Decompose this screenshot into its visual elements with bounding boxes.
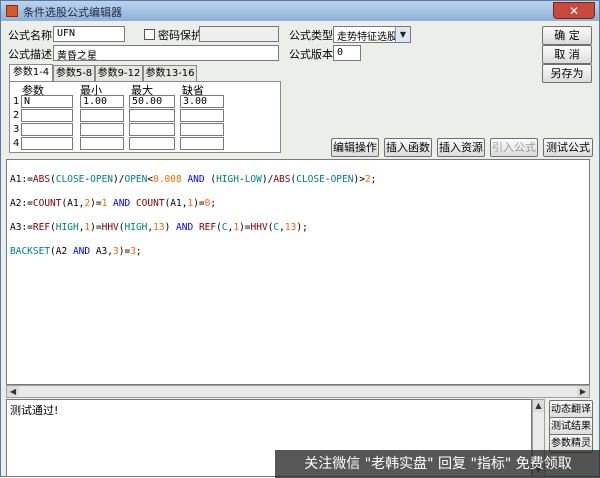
formula-name-input[interactable]: UFN: [53, 26, 125, 42]
insert-function-button[interactable]: 插入函数: [384, 138, 432, 157]
param-name-cell[interactable]: [21, 137, 73, 150]
row-number: 1: [13, 96, 19, 107]
app-icon: [6, 5, 18, 17]
param-max-cell[interactable]: 50.00: [129, 95, 175, 108]
param-table: 参数 最小 最大 缺省 1 N 1.00 50.00 3.00 2 3 4: [9, 81, 281, 153]
password-label: 密码保护: [158, 27, 202, 43]
formula-desc-label: 公式描述: [8, 46, 52, 62]
code-line-2: A2:=COUNT(A1,2)=1 AND COUNT(A1,1)=0;: [10, 198, 376, 210]
code-line-1: A1:=ABS(CLOSE-OPEN)/OPEN<0.008 AND (HIGH…: [10, 174, 376, 186]
test-formula-button[interactable]: 测试公式: [543, 138, 593, 157]
scroll-left-icon[interactable]: ◀: [7, 386, 19, 397]
insert-resource-button[interactable]: 插入资源: [437, 138, 485, 157]
code-editor[interactable]: A1:=ABS(CLOSE-OPEN)/OPEN<0.008 AND (HIGH…: [6, 159, 590, 385]
tab-params-9-12[interactable]: 参数9-12: [95, 65, 143, 81]
row-number: 3: [13, 124, 19, 135]
tab-params-5-8[interactable]: 参数5-8: [53, 65, 95, 81]
param-name-cell[interactable]: N: [21, 95, 73, 108]
test-output-text: 测试通过!: [10, 402, 58, 418]
param-default-cell[interactable]: [180, 123, 224, 136]
chevron-down-icon[interactable]: ▼: [395, 27, 410, 42]
formula-name-label: 公式名称: [8, 27, 52, 43]
param-max-cell[interactable]: [129, 123, 175, 136]
edit-operation-button[interactable]: 编辑操作: [331, 138, 379, 157]
code-content[interactable]: A1:=ABS(CLOSE-OPEN)/OPEN<0.008 AND (HIGH…: [10, 162, 376, 282]
code-line-3: A3:=REF(HIGH,1)=HHV(HIGH,13) AND REF(C,1…: [10, 222, 376, 234]
param-name-cell[interactable]: [21, 123, 73, 136]
window-title: 条件选股公式编辑器: [23, 4, 122, 20]
formula-editor-window: 条件选股公式编辑器 ✕ 公式名称 UFN 密码保护 公式类型 走势特征选股 ▼ …: [0, 0, 600, 477]
row-number: 2: [13, 110, 19, 121]
password-input[interactable]: [199, 26, 279, 42]
close-button[interactable]: ✕: [553, 2, 595, 19]
scroll-up-icon[interactable]: ▲: [533, 400, 544, 412]
ok-button[interactable]: 确 定: [542, 26, 592, 45]
import-formula-button[interactable]: 引入公式: [490, 138, 538, 157]
param-min-cell[interactable]: [80, 123, 124, 136]
editor-horizontal-scrollbar[interactable]: ◀ ▶: [6, 385, 590, 398]
param-max-cell[interactable]: [129, 109, 175, 122]
formula-desc-input[interactable]: 黄昏之星: [53, 45, 279, 61]
param-min-cell[interactable]: [80, 137, 124, 150]
cancel-button[interactable]: 取 消: [542, 45, 592, 64]
tab-params-13-16[interactable]: 参数13-16: [143, 65, 197, 81]
param-min-cell[interactable]: 1.00: [80, 95, 124, 108]
param-default-cell[interactable]: [180, 109, 224, 122]
formula-type-label: 公式类型: [289, 27, 333, 43]
row-number: 4: [13, 138, 19, 149]
param-default-cell[interactable]: 3.00: [180, 95, 224, 108]
param-min-cell[interactable]: [80, 109, 124, 122]
param-default-cell[interactable]: [180, 137, 224, 150]
save-as-button[interactable]: 另存为: [542, 64, 592, 83]
param-max-cell[interactable]: [129, 137, 175, 150]
title-bar[interactable]: 条件选股公式编辑器 ✕: [1, 1, 599, 21]
formula-version-label: 公式版本: [289, 46, 333, 62]
formula-version-input[interactable]: 0: [333, 45, 361, 61]
formula-type-value: 走势特征选股: [337, 32, 397, 43]
tab-params-1-4[interactable]: 参数1-4: [9, 64, 53, 81]
formula-type-select[interactable]: 走势特征选股 ▼: [333, 26, 411, 43]
watermark-banner: 关注微信 "老韩实盘" 回复 "指标" 免费领取: [275, 450, 600, 478]
scroll-right-icon[interactable]: ▶: [577, 386, 589, 397]
code-line-4: BACKSET(A2 AND A3,3)=3;: [10, 246, 376, 258]
param-name-cell[interactable]: [21, 109, 73, 122]
password-checkbox[interactable]: [144, 29, 155, 40]
